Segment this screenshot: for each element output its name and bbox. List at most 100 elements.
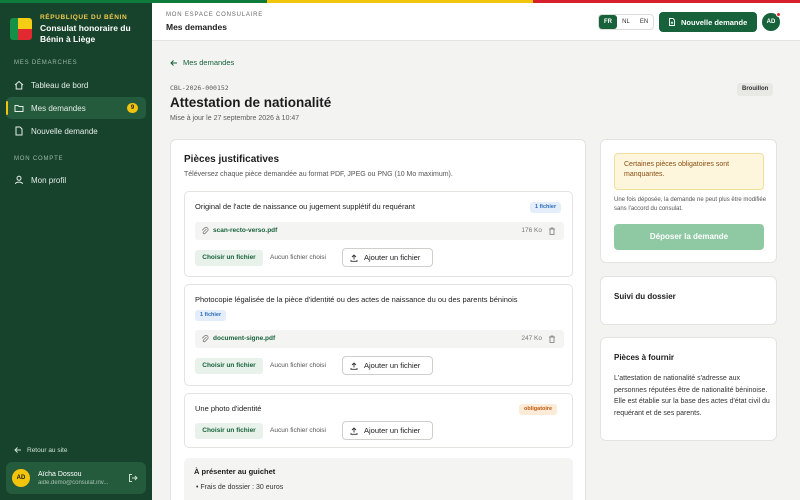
uploaded-file-row: scan-recto-verso.pdf 176 Ko	[195, 222, 564, 240]
follow-title: Suivi du dossier	[614, 292, 676, 301]
sidebar-item-label: Tableau de bord	[31, 80, 89, 90]
add-file-button[interactable]: Ajouter un fichier	[342, 356, 433, 375]
sidebar-item-my-requests[interactable]: Mes demandes 9	[6, 97, 146, 119]
section-label-requests: MES DÉMARCHES	[14, 60, 78, 66]
sidebar-item-label: Mon profil	[31, 175, 67, 185]
language-fr-button[interactable]: FR	[599, 15, 617, 29]
upload-icon	[350, 426, 358, 435]
flag-stripe	[0, 0, 800, 3]
piece-title: Une photo d'identité	[195, 404, 262, 413]
arrow-left-icon	[170, 59, 177, 66]
arrow-left-icon	[14, 447, 21, 453]
flag-stripe-green	[0, 0, 267, 3]
file-count-badge: 1 fichier	[530, 202, 562, 213]
file-plus-icon	[669, 18, 675, 26]
file-count-badge: 1 fichier	[195, 310, 227, 321]
required-badge: obligatoire	[519, 404, 558, 415]
submit-card: Certaines pièces obligatoires sont manqu…	[600, 139, 777, 263]
language-nl-button[interactable]: NL	[617, 15, 635, 29]
upload-icon	[350, 253, 358, 262]
submit-note: Une fois déposée, la demande ne peut plu…	[614, 197, 767, 212]
new-request-button[interactable]: Nouvelle demande	[659, 12, 757, 32]
upload-icon	[350, 361, 358, 370]
add-file-button[interactable]: Ajouter un fichier	[342, 248, 433, 267]
flag-stripe-yellow	[266, 0, 534, 3]
header-kicker: MON ESPACE CONSULAIRE	[166, 12, 264, 18]
pieces-info-text: L'attestation de nationalité s'adresse a…	[614, 375, 770, 417]
back-to-site-link[interactable]: Retour au site	[14, 446, 67, 454]
page-title: Attestation de nationalité	[170, 95, 332, 110]
user-card[interactable]: AD Aïcha Dossou aide.demo@consulat.inv..…	[6, 462, 146, 494]
language-switcher: FR NL EN	[598, 14, 654, 30]
documents-subtitle: Téléversez chaque pièce demandée au form…	[184, 171, 453, 178]
file-name[interactable]: scan-recto-verso.pdf	[213, 227, 277, 234]
section-label-account: MON COMPTE	[14, 156, 64, 162]
add-file-button[interactable]: Ajouter un fichier	[342, 421, 433, 440]
trash-icon[interactable]	[548, 227, 556, 235]
piece-title: Photocopie légalisée de la pièce d'ident…	[195, 295, 518, 304]
folder-icon	[14, 105, 24, 112]
counter-requirements: À présenter au guichet • Frais de dossie…	[184, 458, 573, 500]
file-plus-icon	[15, 126, 23, 136]
counter-item-text: Frais de dossier : 30 euros	[200, 484, 284, 491]
user-email: aide.demo@consulat.inv...	[38, 479, 109, 486]
new-request-label: Nouvelle demande	[681, 17, 748, 27]
user-name: Aïcha Dossou	[38, 470, 82, 478]
add-file-label: Ajouter un fichier	[364, 253, 421, 262]
pieces-info-title: Pièces à fournir	[614, 353, 675, 362]
notification-dot	[776, 12, 781, 17]
follow-card: Suivi du dossier	[600, 276, 777, 325]
brand-name: Consulat honoraire du Bénin à Liège	[40, 23, 131, 44]
document-piece: Original de l'acte de naissance ou jugem…	[184, 191, 573, 277]
piece-title: Original de l'acte de naissance ou jugem…	[195, 202, 415, 211]
pieces-info-card: Pièces à fournir L'attestation de nation…	[600, 337, 777, 441]
paperclip-icon	[201, 227, 209, 235]
request-reference: CBL-2026-000152	[170, 84, 229, 92]
user-icon	[15, 175, 23, 185]
choose-file-button[interactable]: Choisir un fichier	[195, 358, 263, 374]
benin-flag-logo	[10, 18, 32, 40]
add-file-label: Ajouter un fichier	[364, 426, 421, 435]
brand-supertitle: RÉPUBLIQUE DU BÉNIN	[40, 14, 128, 21]
sidebar-item-label: Mes demandes	[31, 103, 86, 113]
requests-count-badge: 9	[127, 103, 138, 113]
sidebar-item-new-request[interactable]: Nouvelle demande	[6, 120, 146, 142]
document-piece: Une photo d'identité obligatoire Choisir…	[184, 393, 573, 448]
document-piece: Photocopie légalisée de la pièce d'ident…	[184, 284, 573, 386]
no-file-label: Aucun fichier choisi	[270, 427, 326, 434]
logout-icon[interactable]	[128, 473, 138, 483]
documents-card: Pièces justificatives Téléversez chaque …	[170, 139, 586, 500]
no-file-label: Aucun fichier choisi	[270, 254, 326, 261]
trash-icon[interactable]	[548, 335, 556, 343]
file-size: 176 Ko	[521, 227, 542, 234]
counter-item: • Frais de dossier : 30 euros	[196, 484, 284, 491]
back-to-requests-link[interactable]: Mes demandes	[170, 58, 234, 67]
sidebar-item-dashboard[interactable]: Tableau de bord	[6, 74, 146, 96]
sidebar-item-profile[interactable]: Mon profil	[6, 169, 146, 191]
top-header: MON ESPACE CONSULAIRE Mes demandes FR NL…	[152, 3, 800, 41]
choose-file-button[interactable]: Choisir un fichier	[195, 250, 263, 266]
file-name[interactable]: document-signe.pdf	[213, 335, 275, 342]
avatar: AD	[12, 469, 30, 487]
missing-documents-warning: Certaines pièces obligatoires sont manqu…	[614, 153, 764, 190]
documents-title: Pièces justificatives	[184, 154, 280, 165]
submit-request-button[interactable]: Déposer la demande	[614, 224, 764, 250]
counter-title: À présenter au guichet	[194, 467, 276, 476]
uploaded-file-row: document-signe.pdf 247 Ko	[195, 330, 564, 348]
updated-timestamp: Mise à jour le 27 septembre 2026 à 10:47	[170, 115, 300, 122]
add-file-label: Ajouter un fichier	[364, 361, 421, 370]
sidebar-item-label: Nouvelle demande	[31, 126, 98, 136]
brand[interactable]: RÉPUBLIQUE DU BÉNIN Consulat honoraire d…	[10, 14, 152, 45]
sidebar: RÉPUBLIQUE DU BÉNIN Consulat honoraire d…	[0, 0, 152, 500]
choose-file-button[interactable]: Choisir un fichier	[195, 423, 263, 439]
header-title: Mes demandes	[166, 22, 227, 32]
status-badge: Brouillon	[737, 83, 774, 96]
flag-stripe-red	[533, 0, 800, 3]
paperclip-icon	[201, 335, 209, 343]
no-file-label: Aucun fichier choisi	[270, 362, 326, 369]
file-size: 247 Ko	[521, 335, 542, 342]
language-en-button[interactable]: EN	[635, 15, 653, 29]
home-icon	[14, 80, 24, 90]
back-to-site-label: Retour au site	[27, 446, 68, 454]
back-link-label: Mes demandes	[183, 58, 235, 67]
